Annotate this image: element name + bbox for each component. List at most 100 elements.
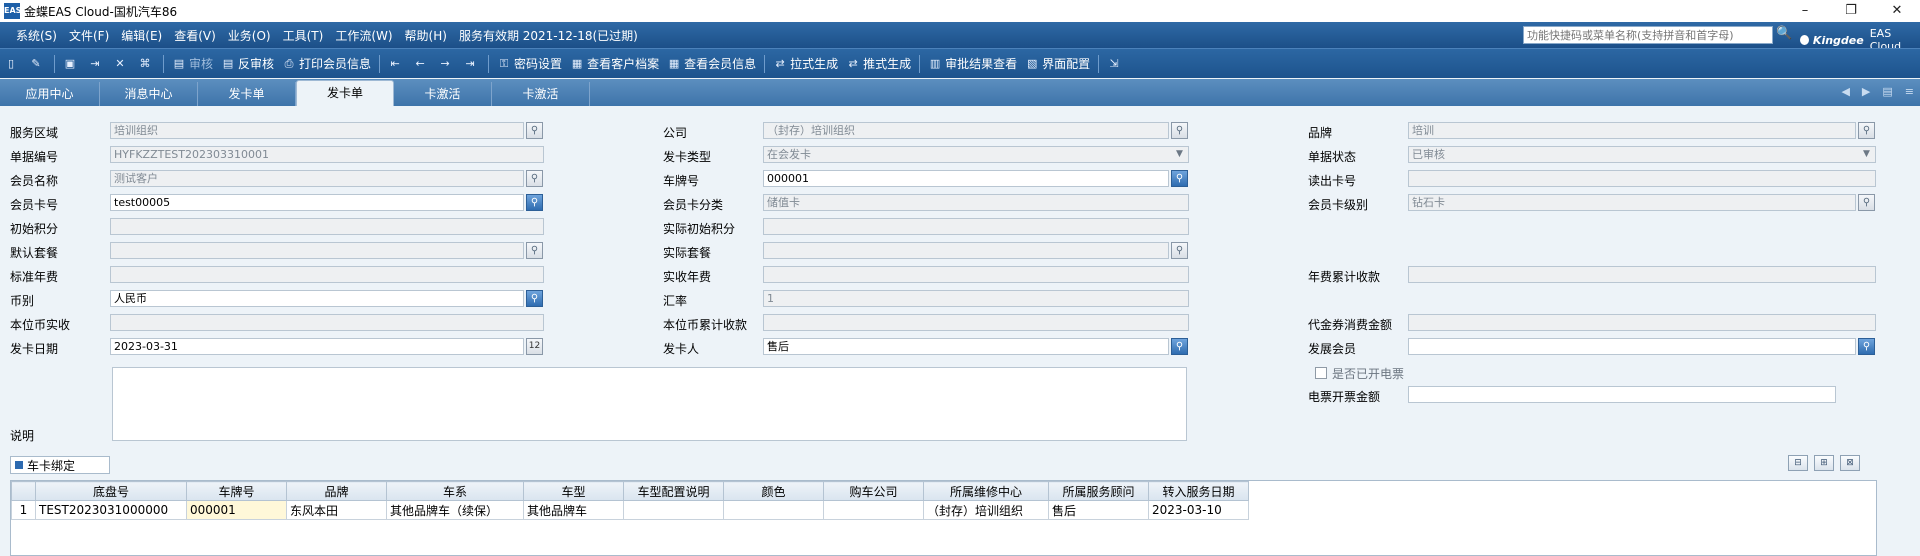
save-button[interactable]: ▣ bbox=[59, 53, 84, 75]
password-setting-button[interactable]: ⚿ 密码设置 bbox=[493, 53, 566, 75]
push-generate-button[interactable]: ⇄ 推式生成 bbox=[842, 53, 915, 75]
local-accumulated-field[interactable] bbox=[763, 314, 1189, 331]
table-cell[interactable]: 2023-03-10 bbox=[1148, 500, 1249, 520]
card-issue-type-select[interactable]: 在会发卡 bbox=[763, 146, 1189, 163]
dev-member-picker-icon[interactable]: ⚲ bbox=[1858, 338, 1875, 355]
unaudit-button[interactable]: ▤ 反审核 bbox=[217, 53, 278, 75]
table-cell[interactable] bbox=[723, 500, 824, 520]
function-search-input[interactable] bbox=[1523, 26, 1773, 44]
e-invoice-checkbox[interactable] bbox=[1315, 367, 1327, 379]
approval-result-button[interactable]: ▥ 审批结果查看 bbox=[924, 53, 1021, 75]
chevron-down-icon[interactable]: ▼ bbox=[1171, 146, 1188, 163]
table-cell[interactable]: 售后 bbox=[1048, 500, 1149, 520]
currency-picker-icon[interactable]: ⚲ bbox=[526, 290, 543, 307]
dev-member-field[interactable] bbox=[1408, 338, 1856, 355]
next-record-button[interactable]: → bbox=[434, 53, 459, 75]
search-icon[interactable]: 🔍 bbox=[1776, 26, 1792, 41]
plate-no-field[interactable]: 000001 bbox=[763, 170, 1169, 187]
tab-list-icon[interactable]: ▤ bbox=[1882, 85, 1892, 98]
table-cell[interactable]: 东风本田 bbox=[286, 500, 387, 520]
default-package-picker-icon[interactable]: ⚲ bbox=[526, 242, 543, 259]
grid-delete-row-icon[interactable]: ⊠ bbox=[1840, 455, 1860, 471]
table-cell[interactable]: TEST2023031000000 bbox=[35, 500, 187, 520]
print-member-button[interactable]: ⎙ 打印会员信息 bbox=[278, 53, 375, 75]
tab-card-issue-1[interactable]: 发卡单 bbox=[198, 82, 296, 106]
card-category-field[interactable]: 储值卡 bbox=[763, 194, 1189, 211]
card-level-picker-icon[interactable]: ⚲ bbox=[1858, 194, 1875, 211]
table-cell[interactable]: 其他品牌车 bbox=[523, 500, 624, 520]
plate-no-picker-icon[interactable]: ⚲ bbox=[1171, 170, 1188, 187]
column-header[interactable]: 车牌号 bbox=[186, 481, 287, 501]
minimize-button[interactable]: – bbox=[1782, 0, 1828, 22]
bill-no-field[interactable]: HYFKZZTEST202303310001 bbox=[110, 146, 544, 163]
menu-help[interactable]: 帮助(H) bbox=[399, 27, 453, 44]
column-header[interactable]: 颜色 bbox=[723, 481, 824, 501]
view-customer-file-button[interactable]: ▦ 查看客户档案 bbox=[566, 53, 663, 75]
voucher-amount-field[interactable] bbox=[1408, 314, 1876, 331]
service-area-field[interactable]: 培训组织 bbox=[110, 122, 524, 139]
restore-button[interactable]: ❐ bbox=[1828, 0, 1874, 22]
actual-initial-points-field[interactable] bbox=[763, 218, 1189, 235]
table-row[interactable]: 1 TEST2023031000000 000001 东风本田 其他品牌车（续保… bbox=[11, 500, 1249, 520]
submit-button[interactable]: ⇥ bbox=[84, 53, 109, 75]
ui-config-button[interactable]: ▧ 界面配置 bbox=[1021, 53, 1094, 75]
issue-date-field[interactable]: 2023-03-31 bbox=[110, 338, 524, 355]
grid-insert-row-icon[interactable]: ⊟ bbox=[1788, 455, 1808, 471]
pull-generate-button[interactable]: ⇄ 拉式生成 bbox=[769, 53, 842, 75]
actual-package-field[interactable] bbox=[763, 242, 1169, 259]
member-card-no-field[interactable]: test00005 bbox=[110, 194, 524, 211]
company-field[interactable]: （封存）培训组织 bbox=[763, 122, 1169, 139]
menu-edit[interactable]: 编辑(E) bbox=[115, 27, 168, 44]
menu-system[interactable]: 系统(S) bbox=[10, 27, 63, 44]
table-cell[interactable]: 000001 bbox=[186, 500, 287, 520]
card-level-field[interactable]: 钻石卡 bbox=[1408, 194, 1856, 211]
tab-app-center[interactable]: 应用中心 bbox=[0, 82, 100, 106]
close-button[interactable]: ✕ bbox=[1874, 0, 1920, 22]
tab-card-activate-1[interactable]: 卡激活 bbox=[394, 82, 492, 106]
column-header[interactable]: 车型配置说明 bbox=[623, 481, 724, 501]
new-button[interactable]: ▯ bbox=[0, 53, 25, 75]
menu-file[interactable]: 文件(F) bbox=[63, 27, 115, 44]
table-cell[interactable]: 其他品牌车（续保） bbox=[386, 500, 524, 520]
exchange-rate-field[interactable]: 1 bbox=[763, 290, 1189, 307]
tab-menu-icon[interactable]: ≡ bbox=[1905, 85, 1914, 98]
column-header[interactable]: 品牌 bbox=[286, 481, 387, 501]
default-package-field[interactable] bbox=[110, 242, 524, 259]
grid-add-row-icon[interactable]: ⊞ bbox=[1814, 455, 1834, 471]
column-header[interactable]: 转入服务日期 bbox=[1148, 481, 1249, 501]
tab-message-center[interactable]: 消息中心 bbox=[100, 82, 198, 106]
brand-picker-icon[interactable]: ⚲ bbox=[1858, 122, 1875, 139]
menu-business[interactable]: 业务(O) bbox=[222, 27, 277, 44]
bill-status-select[interactable]: 已审核 bbox=[1408, 146, 1876, 163]
issuer-picker-icon[interactable]: ⚲ bbox=[1171, 338, 1188, 355]
prev-record-button[interactable]: ← bbox=[409, 53, 434, 75]
column-header[interactable]: 车型 bbox=[523, 481, 624, 501]
column-header[interactable]: 所属服务顾问 bbox=[1048, 481, 1149, 501]
edit-button[interactable]: ✎ bbox=[25, 53, 50, 75]
local-actual-field[interactable] bbox=[110, 314, 544, 331]
initial-points-field[interactable] bbox=[110, 218, 544, 235]
menu-tools[interactable]: 工具(T) bbox=[277, 27, 330, 44]
actual-package-picker-icon[interactable]: ⚲ bbox=[1171, 242, 1188, 259]
first-record-button[interactable]: ⇤ bbox=[384, 53, 409, 75]
car-card-binding-tab[interactable]: 车卡绑定 bbox=[10, 456, 110, 474]
table-cell[interactable] bbox=[623, 500, 724, 520]
table-cell[interactable] bbox=[823, 500, 924, 520]
remark-textarea[interactable] bbox=[112, 367, 1187, 441]
calendar-icon[interactable]: 12 bbox=[526, 338, 543, 355]
exit-button[interactable]: ⇲ bbox=[1103, 53, 1128, 75]
standard-fee-field[interactable] bbox=[110, 266, 544, 283]
menu-workflow[interactable]: 工作流(W) bbox=[329, 27, 398, 44]
tab-card-activate-2[interactable]: 卡激活 bbox=[492, 82, 590, 106]
last-record-button[interactable]: ⇥ bbox=[459, 53, 484, 75]
table-cell[interactable]: （封存）培训组织 bbox=[923, 500, 1049, 520]
read-card-no-field[interactable] bbox=[1408, 170, 1876, 187]
chevron-down-icon[interactable]: ▼ bbox=[1858, 146, 1875, 163]
audit-button[interactable]: ▤ 审核 bbox=[168, 53, 217, 75]
attachment-button[interactable]: ⌘ bbox=[134, 53, 159, 75]
member-card-picker-icon[interactable]: ⚲ bbox=[526, 194, 543, 211]
view-member-info-button[interactable]: ▦ 查看会员信息 bbox=[663, 53, 760, 75]
column-header[interactable]: 购车公司 bbox=[823, 481, 924, 501]
e-invoice-amount-field[interactable] bbox=[1408, 386, 1836, 403]
currency-field[interactable]: 人民币 bbox=[110, 290, 524, 307]
